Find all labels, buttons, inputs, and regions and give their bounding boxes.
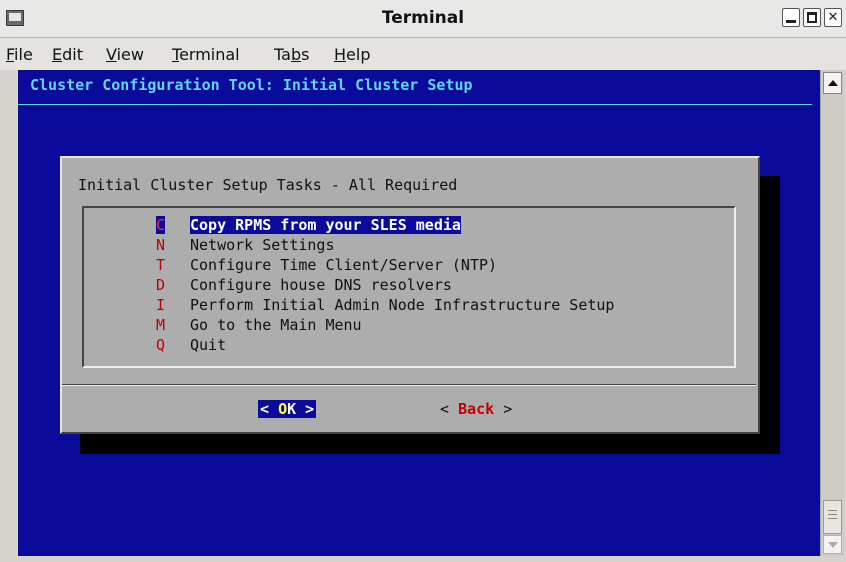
menu-item-quit[interactable]: Q Quit [156,336,226,354]
minimize-icon[interactable] [782,8,800,27]
scroll-up-arrow-icon[interactable] [823,72,842,94]
menu-item-label: Perform Initial Admin Node Infrastructur… [190,296,615,314]
hotkey-i: I [156,296,166,314]
menu-item-network-settings[interactable]: N Network Settings [156,236,335,254]
menu-item-copy-rpms[interactable]: C Copy RPMS from your SLES media [156,216,461,234]
menu-item-label: Quit [190,336,227,354]
menu-item-dns-resolvers[interactable]: D Configure house DNS resolvers [156,276,452,294]
menu-item-time-ntp[interactable]: T Configure Time Client/Server (NTP) [156,256,497,274]
scroll-down-arrow-icon[interactable] [823,535,842,554]
header-divider [18,104,812,105]
hotkey-c: C [156,216,166,234]
title-bar: Terminal ✕ [0,0,846,38]
menu-item-label: Copy RPMS from your SLES media [190,216,461,234]
menu-item-admin-node-setup[interactable]: I Perform Initial Admin Node Infrastructu… [156,296,614,314]
dialog-title: Initial Cluster Setup Tasks - All Requir… [78,176,458,194]
menu-view[interactable]: View [106,45,144,64]
menu-tabs[interactable]: Tabs [274,45,309,64]
maximize-icon[interactable] [803,8,821,27]
menu-item-label: Network Settings [190,236,335,254]
dialog-separator [62,384,756,386]
scrollbar-thumb[interactable] [823,500,842,534]
back-button[interactable]: < Back > [440,400,512,418]
hotkey-t: T [156,256,166,274]
hotkey-m: M [156,316,166,334]
hotkey-d: D [156,276,166,294]
ok-button[interactable]: < OK > [258,400,317,418]
menu-item-label: Configure Time Client/Server (NTP) [190,256,498,274]
menu-help[interactable]: Help [334,45,370,64]
close-icon[interactable]: ✕ [824,8,842,27]
terminal-scrollbar[interactable] [820,70,844,556]
hotkey-n: N [156,236,166,254]
menu-bar: File Edit View Terminal Tabs Help [0,38,846,70]
menu-terminal[interactable]: Terminal [172,45,240,64]
window-title: Terminal [381,8,465,28]
menu-item-label: Configure house DNS resolvers [190,276,452,294]
menu-item-main-menu[interactable]: M Go to the Main Menu [156,316,362,334]
menu-item-label: Go to the Main Menu [190,316,362,334]
menu-edit[interactable]: Edit [52,45,83,64]
menu-file[interactable]: File [6,45,33,64]
hotkey-q: Q [156,336,166,354]
screen-header: Cluster Configuration Tool: Initial Clus… [30,76,473,94]
